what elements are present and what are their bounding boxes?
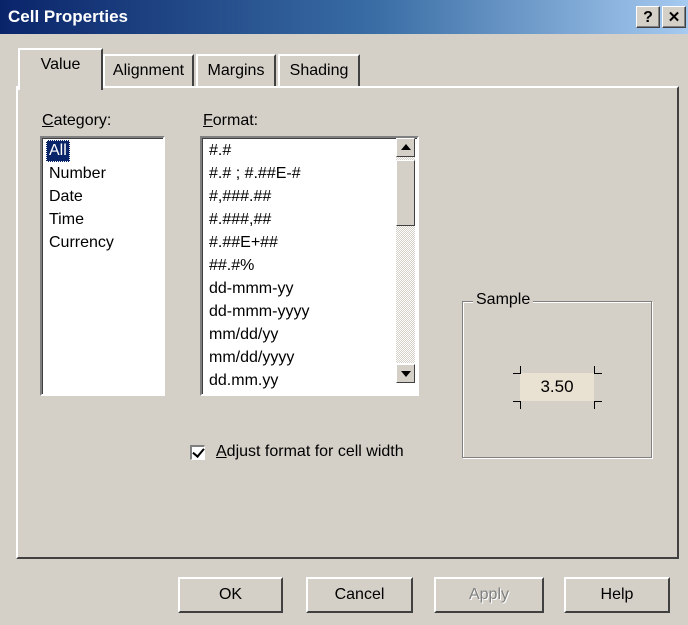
sample-legend: Sample xyxy=(473,291,534,309)
format-item[interactable]: mm/dd/yyyy xyxy=(206,347,297,369)
window-title: Cell Properties xyxy=(8,7,128,26)
tab-margins[interactable]: Margins xyxy=(196,54,276,86)
format-listbox[interactable]: #.# #.# ; #.##E-# #,###.## #.###,## #.##… xyxy=(200,136,419,396)
category-item-number[interactable]: Number xyxy=(46,163,109,185)
crop-mark xyxy=(594,366,602,374)
scroll-down-button[interactable] xyxy=(396,364,415,383)
format-item[interactable]: dd-mmm-yy xyxy=(206,278,296,300)
title-bar: Cell Properties ? ✕ xyxy=(0,0,688,34)
close-title-button[interactable]: ✕ xyxy=(662,6,686,28)
checkmark-icon xyxy=(192,445,205,458)
crop-mark xyxy=(513,366,521,374)
format-item[interactable]: #.##E+## xyxy=(206,232,281,254)
apply-button[interactable]: Apply xyxy=(434,577,544,613)
tab-shading[interactable]: Shading xyxy=(278,54,360,86)
scroll-thumb[interactable] xyxy=(396,160,415,226)
format-item[interactable]: #,###.## xyxy=(206,186,274,208)
tab-value[interactable]: Value xyxy=(18,48,103,90)
crop-mark xyxy=(594,401,602,409)
category-item-date[interactable]: Date xyxy=(46,186,86,208)
ok-button[interactable]: OK xyxy=(178,577,283,613)
adjust-format-checkbox[interactable] xyxy=(190,445,205,460)
arrow-down-icon xyxy=(401,371,411,377)
help-title-button[interactable]: ? xyxy=(636,6,660,28)
category-item-time[interactable]: Time xyxy=(46,209,87,231)
scroll-up-button[interactable] xyxy=(396,138,415,157)
category-label: Category: xyxy=(42,112,112,129)
arrow-up-icon xyxy=(401,144,411,150)
adjust-format-label[interactable]: Adjust format for cell width xyxy=(216,443,404,461)
format-item[interactable]: dd-mmm-yyyy xyxy=(206,301,312,323)
crop-mark xyxy=(513,401,521,409)
format-item[interactable]: #.# ; #.##E-# xyxy=(206,163,304,185)
tab-alignment[interactable]: Alignment xyxy=(103,54,194,86)
format-item[interactable]: ##.#% xyxy=(206,255,257,277)
format-item[interactable]: #.# xyxy=(206,140,234,162)
format-label: Format: xyxy=(203,112,259,129)
format-item[interactable]: mm/dd/yy xyxy=(206,324,281,346)
format-item[interactable]: #.###,## xyxy=(206,209,274,231)
category-item-currency[interactable]: Currency xyxy=(46,232,117,254)
cancel-button[interactable]: Cancel xyxy=(306,577,413,613)
category-listbox[interactable]: All Number Date Time Currency xyxy=(40,136,165,396)
help-button[interactable]: Help xyxy=(564,577,670,613)
sample-value: 3.50 xyxy=(520,373,594,401)
category-item-all[interactable]: All xyxy=(46,140,70,162)
format-item[interactable]: dd.mm.yy xyxy=(206,370,281,392)
